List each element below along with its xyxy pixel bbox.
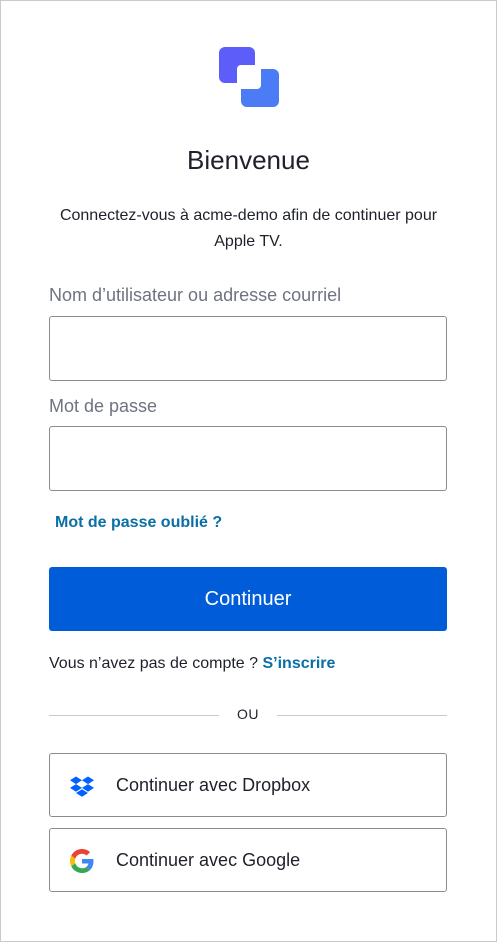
divider-line-left bbox=[49, 715, 219, 716]
login-card: Bienvenue Connectez-vous à acme-demo afi… bbox=[0, 0, 497, 942]
password-label: Mot de passe bbox=[49, 396, 158, 416]
dropbox-icon bbox=[70, 774, 94, 798]
divider-line-right bbox=[277, 715, 447, 716]
signup-row: Vous n’avez pas de compte ? S’inscrire bbox=[49, 655, 335, 673]
signup-prompt: Vous n’avez pas de compte ? bbox=[49, 655, 259, 672]
google-icon bbox=[70, 849, 94, 873]
dropbox-button-label: Continuer avec Dropbox bbox=[116, 775, 311, 795]
password-input[interactable] bbox=[49, 426, 447, 491]
google-button[interactable]: Continuer avec Google bbox=[49, 828, 447, 892]
username-input[interactable] bbox=[49, 316, 447, 381]
page-subtitle: Connectez-vous à acme-demo afin de conti… bbox=[59, 207, 438, 250]
username-label: Nom d’utilisateur ou adresse courriel bbox=[49, 285, 342, 305]
forgot-password-link[interactable]: Mot de passe oublié ? bbox=[55, 514, 222, 532]
acme-logo-icon bbox=[219, 47, 279, 107]
dropbox-button[interactable]: Continuer avec Dropbox bbox=[49, 753, 447, 817]
page-title: Bienvenue bbox=[187, 145, 310, 175]
google-button-label: Continuer avec Google bbox=[116, 850, 301, 870]
continue-button[interactable]: Continuer bbox=[49, 567, 447, 631]
signup-link[interactable]: S’inscrire bbox=[262, 655, 335, 672]
divider-text: OU bbox=[237, 706, 259, 722]
